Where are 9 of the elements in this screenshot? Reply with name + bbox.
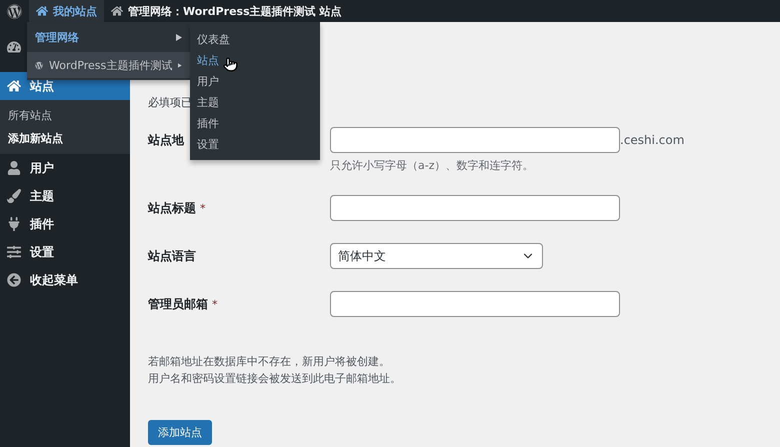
- field-label: 管理员邮箱 *: [148, 296, 218, 312]
- domain-suffix: .ceshi.com: [620, 133, 684, 147]
- field-label: 站点标题 *: [148, 200, 206, 216]
- required-mark: *: [212, 298, 218, 310]
- field-label: 站点地: [148, 132, 184, 148]
- field-hint: 只允许小写字母（a-z）、数字和连字符。: [330, 158, 534, 173]
- required-mark: *: [200, 202, 206, 214]
- email-description: 若邮箱地址在数据库中不存在，新用户将被创建。 用户名和密码设置链接会被发送到此电子邮箱地址。: [148, 354, 402, 387]
- field-label: 站点语言: [148, 248, 196, 264]
